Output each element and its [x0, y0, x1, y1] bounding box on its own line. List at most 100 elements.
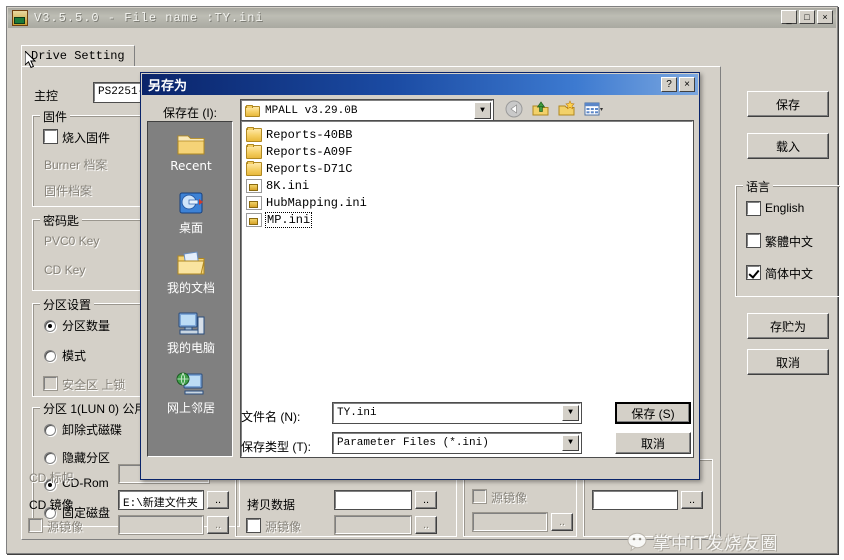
filetype-combo[interactable]: Parameter Files (*.ini) ▼: [332, 432, 582, 454]
source-image-label-1: 源镜像: [47, 520, 84, 534]
cd-image-label: CD 镜像: [29, 498, 74, 512]
cd-image-browse-button[interactable]: ..: [207, 491, 229, 509]
save-in-value: MPALL v3.29.0B: [265, 104, 358, 117]
source-image-input-2[interactable]: [334, 515, 412, 535]
main-title-bar[interactable]: V3.5.5.0 - File name :TY.ini _ □ ×: [8, 8, 836, 28]
place-network[interactable]: 网上邻居: [148, 370, 234, 416]
my-computer-icon: [178, 312, 205, 335]
watermark-text: 掌中IT发烧友圈: [653, 534, 779, 554]
place-desktop-label: 桌面: [178, 221, 203, 235]
up-one-level-icon[interactable]: [531, 99, 551, 119]
traditional-chinese-checkbox[interactable]: [746, 233, 761, 248]
filetype-dropdown-arrow[interactable]: ▼: [562, 435, 579, 451]
third-source-browse[interactable]: ..: [551, 513, 573, 531]
secure-lock-checkbox[interactable]: [43, 376, 58, 391]
removable-disk-radio[interactable]: [44, 424, 56, 436]
maximize-button[interactable]: □: [799, 10, 815, 24]
save-in-dropdown-arrow[interactable]: ▼: [474, 102, 491, 119]
copy-data-input[interactable]: [334, 490, 412, 510]
new-folder-icon[interactable]: [557, 99, 577, 119]
third-source-input[interactable]: [472, 512, 548, 532]
simplified-chinese-label: 简体中文: [765, 267, 814, 281]
dialog-save-button[interactable]: 保存 (S): [615, 402, 691, 424]
lun0-group-label: 分区 1(LUN 0) 公用: [40, 400, 150, 417]
partition-count-label: 分区数量: [62, 319, 111, 333]
wechat-icon: [627, 532, 647, 552]
partition-count-radio[interactable]: [44, 320, 56, 332]
source-image-label-2: 源镜像: [265, 520, 302, 534]
place-my-computer-label: 我的电脑: [166, 341, 215, 355]
filename-label: 文件名 (N):: [241, 410, 301, 424]
file-name: 8K.ini: [266, 178, 310, 193]
list-item[interactable]: MP.ini: [244, 211, 692, 228]
list-item[interactable]: Reports-D71C: [244, 160, 692, 177]
save-in-combo[interactable]: MPALL v3.29.0B ▼: [240, 99, 494, 122]
place-my-documents[interactable]: 我的文档: [148, 250, 234, 296]
format-file-input[interactable]: [592, 490, 678, 510]
save-as-button[interactable]: 存贮为: [747, 313, 829, 339]
dialog-title-text: 另存为: [148, 79, 188, 94]
dialog-help-button[interactable]: ?: [661, 77, 677, 92]
hidden-partition-label: 隐藏分区: [62, 451, 111, 465]
format-file-browse-button[interactable]: ..: [681, 491, 703, 509]
password-group-label: 密码匙: [40, 212, 83, 229]
controller-label: 主控: [34, 89, 59, 103]
views-icon[interactable]: [583, 99, 603, 119]
folder-icon: [246, 126, 262, 142]
app-icon: [12, 10, 28, 26]
window-controls[interactable]: _ □ ×: [781, 10, 833, 24]
save-button[interactable]: 保存: [747, 91, 829, 117]
recent-folder-icon: [177, 135, 205, 155]
place-desktop[interactable]: 桌面: [148, 190, 234, 236]
mouse-cursor-icon: [25, 51, 37, 69]
filename-dropdown-arrow[interactable]: ▼: [562, 405, 579, 421]
source-image-checkbox-1[interactable]: [28, 518, 43, 533]
cd-image-input[interactable]: E:\新建文件夹: [118, 490, 204, 510]
list-item[interactable]: HubMapping.ini: [244, 194, 692, 211]
file-name: Reports-40BB: [266, 127, 353, 142]
place-network-label: 网上邻居: [166, 401, 215, 415]
list-item[interactable]: Reports-40BB: [244, 126, 692, 143]
list-item[interactable]: Reports-A09F: [244, 143, 692, 160]
place-my-documents-label: 我的文档: [166, 281, 215, 295]
simplified-chinese-checkbox[interactable]: [746, 265, 761, 280]
source-image-browse-1[interactable]: ..: [207, 516, 229, 534]
save-in-label: 保存在 (I):: [163, 106, 217, 120]
english-checkbox[interactable]: [746, 201, 761, 216]
my-documents-icon: [177, 251, 205, 275]
dialog-toolbar[interactable]: [505, 99, 603, 119]
source-image-browse-2[interactable]: ..: [415, 516, 437, 534]
list-item[interactable]: 8K.ini: [244, 177, 692, 194]
cd-key-label: CD Key: [44, 263, 86, 277]
dialog-cancel-button[interactable]: 取消: [615, 432, 691, 454]
minimize-button[interactable]: _: [781, 10, 797, 24]
hidden-partition-radio[interactable]: [44, 452, 56, 464]
mode-radio[interactable]: [44, 350, 56, 362]
places-bar[interactable]: Recent 桌面 我的文档 我的电脑 网上邻居: [147, 121, 233, 457]
file-name: HubMapping.ini: [266, 195, 367, 210]
ini-file-icon: [246, 195, 262, 210]
dialog-title-bar[interactable]: 另存为 ? ×: [142, 74, 698, 95]
language-group-label: 语言: [743, 178, 774, 195]
traditional-chinese-label: 繁體中文: [765, 235, 814, 249]
copy-data-browse-button[interactable]: ..: [415, 491, 437, 509]
source-image-input-1[interactable]: [118, 515, 204, 535]
load-button[interactable]: 载入: [747, 133, 829, 159]
close-button[interactable]: ×: [817, 10, 833, 24]
folder-icon: [245, 104, 260, 117]
source-image-checkbox-2[interactable]: [246, 518, 261, 533]
burn-firmware-label: 烧入固件: [62, 131, 111, 145]
dialog-close-button[interactable]: ×: [679, 77, 695, 92]
main-title-text: V3.5.5.0 - File name :TY.ini: [34, 11, 264, 25]
save-as-dialog: 另存为 ? × 保存在 (I): MPALL v3.29.0B ▼ Recent…: [140, 72, 700, 480]
filename-input[interactable]: TY.ini ▼: [332, 402, 582, 424]
file-name: Reports-D71C: [266, 161, 353, 176]
dialog-window-controls[interactable]: ? ×: [661, 77, 695, 92]
place-recent-label: Recent: [170, 159, 212, 173]
source-image-checkbox-3[interactable]: [472, 489, 487, 504]
place-my-computer[interactable]: 我的电脑: [148, 310, 234, 356]
burn-firmware-checkbox[interactable]: [43, 129, 58, 144]
cancel-button[interactable]: 取消: [747, 349, 829, 375]
back-icon[interactable]: [505, 99, 525, 119]
place-recent[interactable]: Recent: [148, 130, 234, 173]
